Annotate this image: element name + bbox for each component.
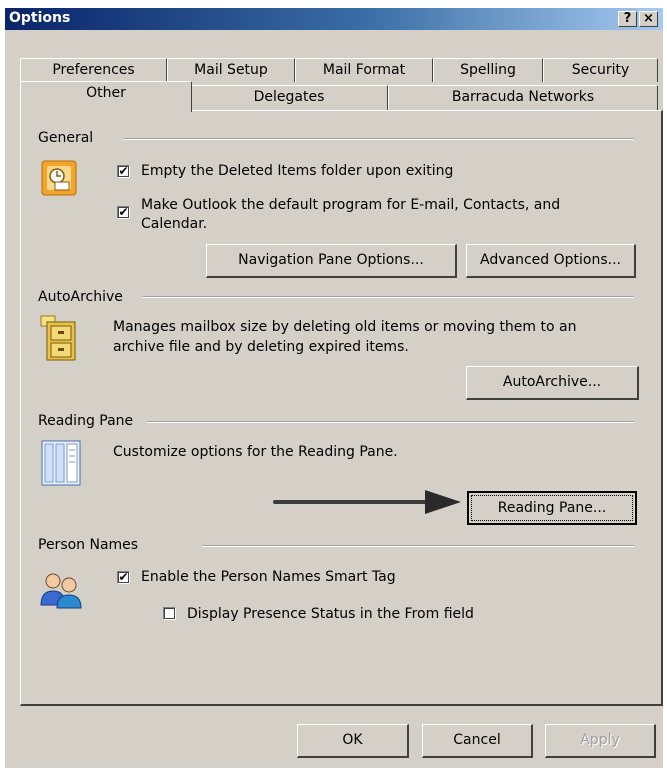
tab-barracuda-networks[interactable]: Barracuda Networks bbox=[388, 85, 658, 111]
reading-pane-icon bbox=[41, 440, 81, 486]
dialog-title: Options bbox=[9, 10, 71, 26]
divider bbox=[123, 138, 634, 140]
archive-cabinet-icon bbox=[40, 315, 76, 361]
arrow-right-icon bbox=[273, 490, 461, 514]
divider bbox=[202, 545, 634, 547]
reading-pane-button[interactable]: Reading Pane... bbox=[467, 491, 637, 525]
section-general-heading: General bbox=[38, 130, 94, 146]
tab-other[interactable]: Other bbox=[20, 81, 192, 112]
apply-button[interactable]: Apply bbox=[545, 724, 656, 758]
help-button[interactable]: ? bbox=[618, 11, 637, 27]
ok-button[interactable]: OK bbox=[297, 724, 409, 758]
presence-status-checkbox[interactable] bbox=[163, 607, 176, 620]
section-reading-pane-heading: Reading Pane bbox=[38, 413, 134, 429]
default-program-label-line2[interactable]: Calendar. bbox=[141, 215, 207, 233]
autoarchive-desc-line1: Manages mailbox size by deleting old ite… bbox=[113, 319, 577, 335]
advanced-options-button[interactable]: Advanced Options... bbox=[466, 244, 636, 278]
tab-security[interactable]: Security bbox=[543, 58, 658, 82]
person-names-smart-tag-checkbox[interactable]: ✔ bbox=[117, 571, 130, 584]
divider bbox=[147, 421, 634, 423]
options-dialog: Options ? × Preferences Mail Setup Mail … bbox=[5, 8, 663, 768]
autoarchive-desc-line2: archive file and by deleting expired ite… bbox=[113, 339, 409, 355]
tab-preferences[interactable]: Preferences bbox=[20, 58, 167, 82]
tab-mail-format[interactable]: Mail Format bbox=[295, 58, 433, 82]
autoarchive-button[interactable]: AutoArchive... bbox=[466, 366, 639, 400]
presence-status-label[interactable]: Display Presence Status in the From fiel… bbox=[187, 605, 474, 623]
tab-spelling[interactable]: Spelling bbox=[433, 58, 543, 82]
navigation-pane-options-button[interactable]: Navigation Pane Options... bbox=[206, 244, 457, 278]
people-icon bbox=[40, 573, 82, 609]
title-bar[interactable]: Options ? × bbox=[5, 8, 663, 30]
empty-deleted-label[interactable]: Empty the Deleted Items folder upon exit… bbox=[141, 162, 453, 180]
section-person-names-heading: Person Names bbox=[38, 537, 139, 553]
divider bbox=[143, 296, 634, 298]
section-autoarchive-heading: AutoArchive bbox=[38, 289, 123, 305]
reading-pane-desc: Customize options for the Reading Pane. bbox=[113, 444, 398, 460]
tab-mail-setup[interactable]: Mail Setup bbox=[167, 58, 295, 82]
close-button[interactable]: × bbox=[639, 11, 658, 27]
default-program-checkbox[interactable]: ✔ bbox=[117, 206, 130, 219]
cancel-button[interactable]: Cancel bbox=[422, 724, 533, 758]
outlook-options-icon bbox=[41, 160, 77, 196]
person-names-smart-tag-label[interactable]: Enable the Person Names Smart Tag bbox=[141, 568, 396, 586]
tab-delegates[interactable]: Delegates bbox=[190, 85, 388, 111]
empty-deleted-checkbox[interactable]: ✔ bbox=[117, 165, 130, 178]
default-program-label-line1[interactable]: Make Outlook the default program for E-m… bbox=[141, 196, 560, 214]
